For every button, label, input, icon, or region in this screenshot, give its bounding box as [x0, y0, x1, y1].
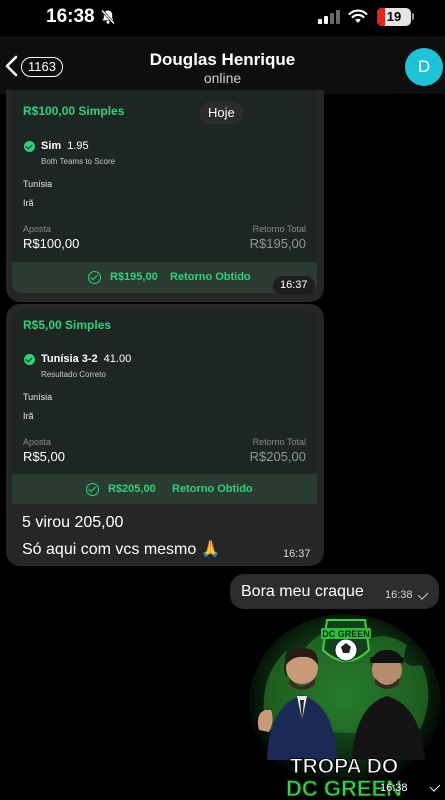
incoming-image-message[interactable]: R$5,00 Simples Tunísia 3-2 41.00 Resultad… — [6, 304, 324, 566]
team-home: Tunísia — [23, 179, 53, 189]
bet-title: R$5,00 Simples — [23, 318, 112, 332]
message-time: 16:37 — [273, 276, 315, 295]
status-bar: 16:38 19 — [0, 0, 445, 36]
sticker-title-line1: TROPA DO — [290, 755, 399, 778]
caption-line-1: 5 virou 205,00 — [22, 514, 124, 531]
bet-slip-card: R$5,00 Simples Tunísia 3-2 41.00 Resultad… — [12, 310, 317, 504]
stake-label: Aposta — [23, 437, 52, 447]
stake-amount: R$100,00 — [23, 236, 80, 251]
team-home: Tunísia — [23, 392, 53, 402]
selection-odds: 1.95 — [67, 140, 89, 152]
bell-slash-icon — [101, 9, 115, 25]
check-circle-icon — [24, 141, 35, 152]
bet-slip-card: R$100,00 Simples Sim 1.95 Both Teams to S… — [12, 90, 317, 293]
message-time: 16:37 — [283, 548, 311, 560]
result-bar: R$195,00 Retorno Obtido — [12, 262, 317, 293]
incoming-image-message[interactable]: R$100,00 Simples Sim 1.95 Both Teams to S… — [6, 90, 324, 302]
result-status: Retorno Obtido — [172, 483, 253, 495]
caption-line-2: Só aqui com vcs mesmo 🙏 — [22, 541, 221, 558]
message-time: 16:38 — [385, 589, 413, 601]
check-circle-icon — [24, 354, 35, 365]
battery-level: 19 — [386, 9, 402, 24]
sticker-badge-text: DC GREEN — [322, 629, 370, 639]
wifi-icon — [348, 9, 368, 23]
avatar[interactable]: D — [405, 48, 443, 86]
check-circle-outline-icon — [86, 483, 99, 496]
selection: Sim 1.95 — [41, 140, 89, 152]
message-time: 16:38 — [380, 782, 408, 794]
message-text: Bora meu craque — [241, 583, 364, 600]
selection-name: Tunísia 3-2 — [41, 353, 98, 365]
team-away: Irã — [23, 198, 34, 208]
check-circle-outline-icon — [88, 271, 101, 284]
return-amount: R$195,00 — [249, 236, 306, 251]
outgoing-text-message[interactable]: Bora meu craque 16:38 — [230, 574, 439, 609]
sticker-image[interactable]: DC GREEN TROPA DO DC GREEN — [247, 610, 442, 800]
contact-status: online — [203, 70, 242, 86]
date-separator: Hoje — [199, 102, 244, 124]
return-label: Retorno Total — [252, 224, 306, 234]
result-amount: R$205,00 — [108, 483, 156, 495]
stake-label: Aposta — [23, 224, 52, 234]
result-status: Retorno Obtido — [170, 271, 251, 283]
chat-header: 1163 Douglas Henrique online D — [0, 36, 445, 94]
market-name: Resultado Correto — [41, 370, 106, 379]
contact-name[interactable]: Douglas Henrique — [0, 50, 445, 70]
stake-amount: R$5,00 — [23, 449, 65, 464]
result-amount: R$195,00 — [110, 271, 158, 283]
battery-indicator: 19 — [377, 8, 411, 26]
return-label: Retorno Total — [252, 437, 306, 447]
status-time: 16:38 — [46, 6, 95, 27]
market-name: Both Teams to Score — [41, 157, 116, 166]
team-away: Irã — [23, 411, 34, 421]
cellular-signal-icon — [318, 10, 340, 24]
bet-title: R$100,00 Simples — [23, 104, 125, 118]
result-bar: R$205,00 Retorno Obtido — [12, 474, 317, 504]
selection-name: Sim — [41, 140, 62, 152]
battery-tip — [412, 13, 414, 20]
read-check-icon — [417, 589, 429, 600]
selection: Tunísia 3-2 41.00 — [41, 353, 131, 365]
selection-odds: 41.00 — [103, 353, 132, 365]
return-amount: R$205,00 — [249, 449, 306, 464]
